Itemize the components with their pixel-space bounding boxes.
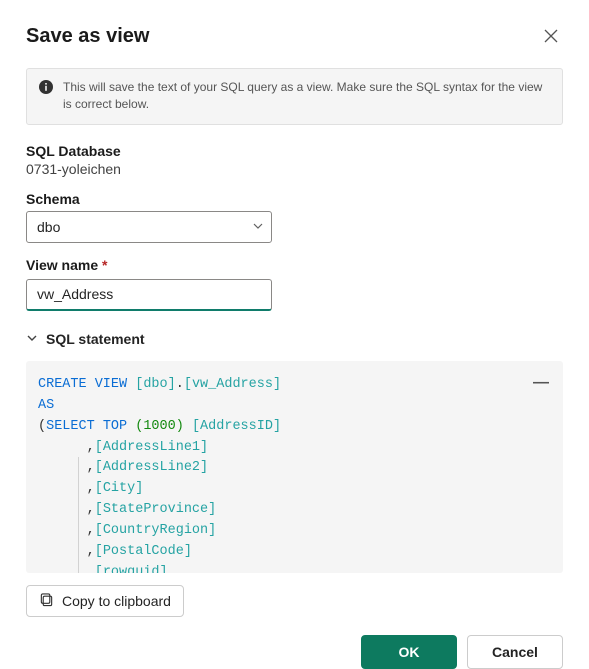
cancel-button[interactable]: Cancel [467,635,563,669]
chevron-down-icon [26,331,38,347]
dialog-title: Save as view [26,25,149,48]
code-gutter-line [78,457,79,573]
info-icon [39,79,53,114]
schema-select-input[interactable] [26,211,272,243]
view-name-field: View name * [26,257,563,311]
schema-label: Schema [26,191,563,207]
sql-code-block[interactable]: —CREATE VIEW [dbo].[vw_Address] AS (SELE… [26,361,563,573]
copy-to-clipboard-button[interactable]: Copy to clipboard [26,585,184,617]
database-value: 0731-yoleichen [26,161,563,177]
sql-statement-toggle[interactable]: SQL statement [26,331,563,347]
info-banner: This will save the text of your SQL quer… [26,68,563,125]
ok-button[interactable]: OK [361,635,457,669]
view-name-input[interactable] [26,279,272,311]
database-field: SQL Database 0731-yoleichen [26,143,563,177]
dialog-header: Save as view [26,24,563,48]
schema-field: Schema [26,191,563,243]
dialog-footer: OK Cancel [26,635,563,669]
required-indicator: * [102,257,107,273]
close-button[interactable] [539,24,563,48]
info-text: This will save the text of your SQL quer… [63,79,550,114]
close-icon [543,28,559,44]
database-label: SQL Database [26,143,563,159]
view-name-label: View name * [26,257,563,273]
copy-button-label: Copy to clipboard [62,593,171,609]
copy-icon [39,592,54,610]
code-collapse-toggle[interactable]: — [533,371,549,396]
sql-statement-label: SQL statement [46,331,145,347]
schema-select[interactable] [26,211,272,243]
